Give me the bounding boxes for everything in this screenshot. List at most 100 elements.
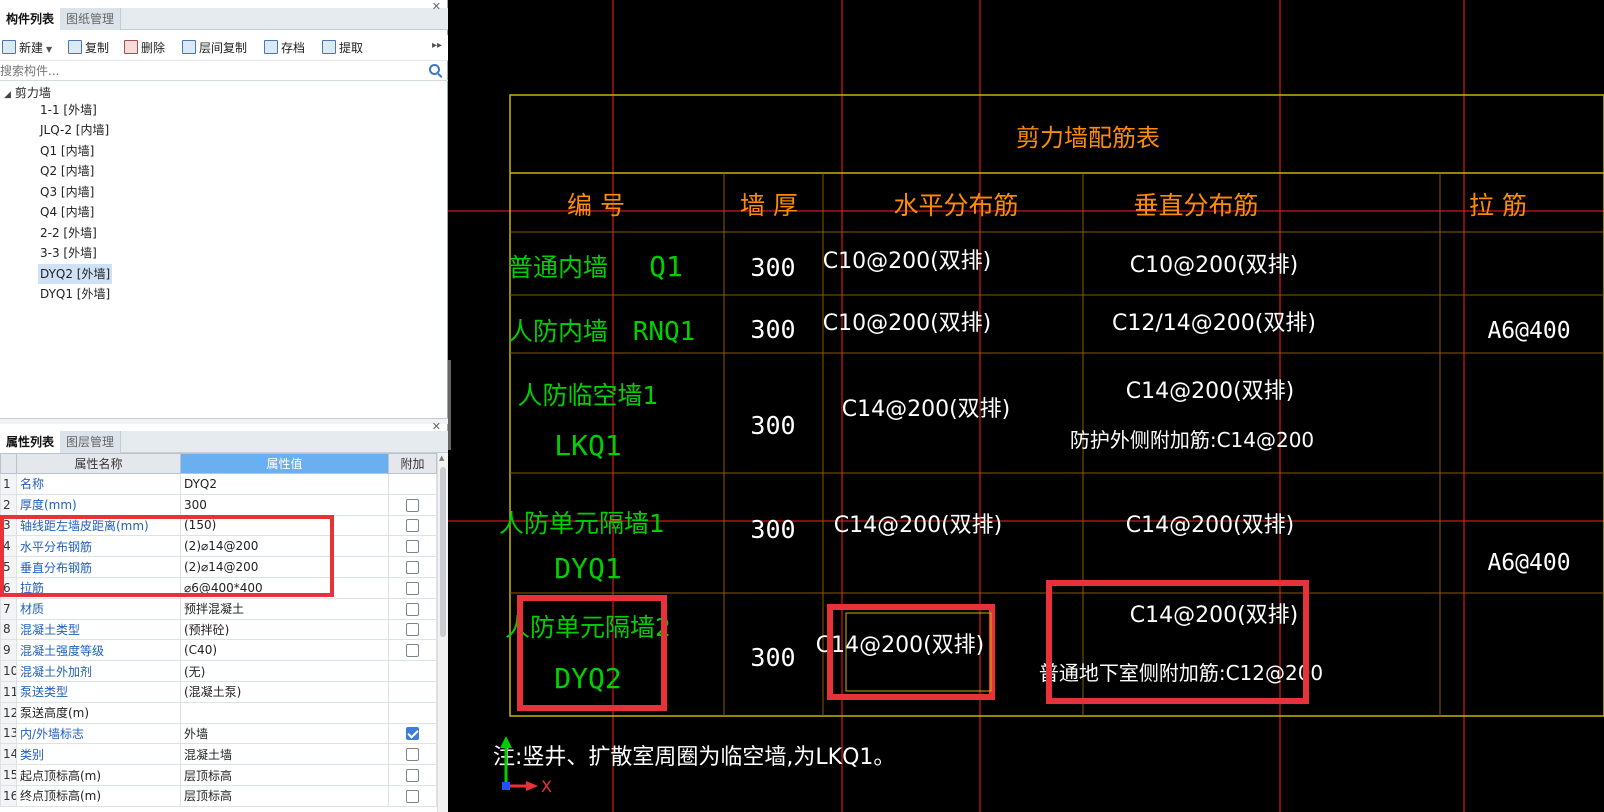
- copy-button[interactable]: 复制: [68, 39, 109, 57]
- row-thickness: 300: [750, 515, 795, 544]
- property-row[interactable]: 12泵送高度(m): [0, 701, 437, 724]
- table-row: 人防单元隔墙1 DYQ1 300 C14@200(双排) C14@200(双排)…: [499, 509, 1571, 585]
- tree-item[interactable]: 3-3 [外墙]: [38, 243, 99, 263]
- more-icon[interactable]: ▸▸: [432, 40, 442, 51]
- property-name-header: 属性名称: [16, 453, 181, 474]
- checkbox[interactable]: [406, 644, 419, 658]
- row-number: 13: [0, 722, 17, 745]
- new-button[interactable]: 新建 ▼: [2, 39, 52, 57]
- extra-cell: [388, 680, 437, 703]
- property-row[interactable]: 14类别混凝土墙: [0, 743, 437, 766]
- tree-item[interactable]: Q4 [内墙]: [38, 202, 96, 222]
- y-axis-arrow: [500, 736, 512, 748]
- row-number: 1: [0, 473, 17, 495]
- highlight-box-rebar-rows: [0, 515, 334, 597]
- property-row[interactable]: 7 材质 预拌混凝土: [0, 597, 437, 620]
- extra-cell: [388, 701, 437, 724]
- triangle-down-icon[interactable]: ◢: [4, 90, 11, 100]
- search-icon[interactable]: [429, 64, 440, 75]
- property-value[interactable]: 层顶标高: [180, 764, 389, 786]
- checkbox[interactable]: [406, 519, 419, 533]
- tree-item[interactable]: Q1 [内墙]: [38, 141, 96, 161]
- panel-splitter[interactable]: [0, 418, 448, 424]
- table-row: 人防单元隔墙2 DYQ2 300 C14@200(双排) C14@200(双排)…: [505, 603, 1323, 695]
- tree-item[interactable]: JLQ-2 [内墙]: [38, 120, 111, 140]
- property-value[interactable]: 300: [180, 493, 389, 516]
- property-row[interactable]: 1 名称 DYQ2: [0, 473, 437, 495]
- extract-button[interactable]: 提取: [322, 39, 363, 57]
- property-value[interactable]: 混凝土墙: [180, 743, 389, 766]
- tree-item[interactable]: 2-2 [外墙]: [38, 223, 99, 243]
- property-value[interactable]: (无): [180, 660, 389, 682]
- property-row[interactable]: 9 混凝土强度等级 (C40): [0, 639, 437, 662]
- checkbox[interactable]: [406, 769, 419, 783]
- component-panel-tabbar: 构件列表 图纸管理: [0, 8, 448, 30]
- row-vertical-extra: 防护外侧附加筋:C14@200: [1070, 428, 1314, 452]
- extract-icon: [322, 40, 336, 54]
- cad-canvas: 剪力墙配筋表 编 号 墙 厚 水平分布筋 垂直分布筋 拉 筋 普通内墙 Q1 3…: [448, 0, 1604, 812]
- property-scrollbar[interactable]: ▲: [437, 453, 448, 812]
- header-horizontal: 水平分布筋: [893, 191, 1018, 220]
- checkbox[interactable]: [406, 540, 419, 554]
- property-value[interactable]: DYQ2: [180, 473, 389, 495]
- property-value[interactable]: 预拌混凝土: [180, 597, 389, 620]
- property-row[interactable]: 2 厚度(mm) 300: [0, 493, 437, 516]
- checkbox[interactable]: [406, 498, 419, 512]
- checkbox[interactable]: [406, 581, 419, 595]
- checkbox-checked[interactable]: [406, 727, 419, 741]
- property-value[interactable]: 外墙: [180, 722, 389, 745]
- tab-property-list[interactable]: 属性列表: [0, 431, 62, 453]
- property-value[interactable]: 层顶标高: [180, 784, 389, 807]
- property-name: 内/外墙标志: [16, 722, 181, 745]
- scrollbar-thumb[interactable]: [440, 467, 446, 637]
- property-value[interactable]: (预拌砼): [180, 618, 389, 641]
- checkbox[interactable]: [406, 561, 419, 575]
- chevron-down-icon[interactable]: ▼: [46, 45, 52, 54]
- row-name: 人防单元隔墙1: [499, 509, 665, 538]
- tree-item[interactable]: Q2 [内墙]: [38, 161, 96, 181]
- canvas-scroll-marker: [448, 360, 451, 450]
- property-name: 终点顶标高(m): [16, 784, 181, 807]
- tree-item[interactable]: Q3 [内墙]: [38, 182, 96, 202]
- close-icon[interactable]: ✕: [432, 0, 441, 14]
- property-row[interactable]: 10混凝土外加剂(无): [0, 660, 437, 682]
- header-tie: 拉 筋: [1469, 191, 1527, 220]
- checkbox[interactable]: [406, 602, 419, 616]
- row-thickness: 300: [750, 643, 795, 672]
- property-row[interactable]: 13内/外墙标志外墙: [0, 722, 437, 745]
- extra-cell: [388, 722, 437, 745]
- property-row[interactable]: 8 混凝土类型 (预拌砼): [0, 618, 437, 641]
- checkbox[interactable]: [406, 623, 419, 637]
- row-thickness: 300: [750, 253, 795, 282]
- property-value[interactable]: (C40): [180, 639, 389, 662]
- tab-drawing-management[interactable]: 图纸管理: [60, 8, 122, 30]
- table-row: 人防内墙 RNQ1 300 C10@200(双排) C12/14@200(双排)…: [508, 311, 1571, 347]
- checkbox[interactable]: [406, 748, 419, 762]
- property-row[interactable]: 16终点顶标高(m)层顶标高: [0, 784, 437, 807]
- tab-layer-management[interactable]: 图层管理: [60, 431, 122, 453]
- tab-component-list[interactable]: 构件列表: [0, 8, 62, 30]
- delete-button[interactable]: 删除: [124, 39, 165, 57]
- cad-drawing-area[interactable]: 剪力墙配筋表 编 号 墙 厚 水平分布筋 垂直分布筋 拉 筋 普通内墙 Q1 3…: [448, 0, 1604, 812]
- floor-copy-button[interactable]: 层间复制: [182, 39, 247, 57]
- tree-item-selected[interactable]: DYQ2 [外墙]: [38, 264, 113, 284]
- table-row: 人防临空墙1 LKQ1 300 C14@200(双排) C14@200(双排) …: [518, 379, 1315, 462]
- checkbox[interactable]: [406, 789, 419, 803]
- scroll-up-icon[interactable]: ▲: [439, 454, 444, 462]
- floor-copy-icon: [182, 40, 196, 54]
- tree-item[interactable]: 1-1 [外墙]: [38, 100, 99, 120]
- header-thickness: 墙 厚: [740, 191, 798, 220]
- property-value[interactable]: (混凝土泵): [180, 680, 389, 703]
- row-number: 11: [0, 680, 17, 703]
- property-value[interactable]: [180, 701, 389, 724]
- property-row[interactable]: 11泵送类型(混凝土泵): [0, 680, 437, 703]
- tree-item[interactable]: DYQ1 [外墙]: [38, 284, 112, 304]
- property-row[interactable]: 15起点顶标高(m)层顶标高: [0, 764, 437, 786]
- property-grid: 属性名称 属性值 附加 1 名称 DYQ2 2 厚度(mm) 300 3 轴线距左墙皮距离(m…: [0, 453, 448, 812]
- archive-button[interactable]: 存档: [264, 39, 305, 57]
- extra-cell: [388, 784, 437, 807]
- row-code: Q1: [649, 250, 683, 283]
- rownum-header: [0, 453, 17, 474]
- search-input[interactable]: [0, 62, 420, 80]
- table-note: 注:竖井、扩散室周圈为临空墙,为LKQ1。: [493, 745, 895, 770]
